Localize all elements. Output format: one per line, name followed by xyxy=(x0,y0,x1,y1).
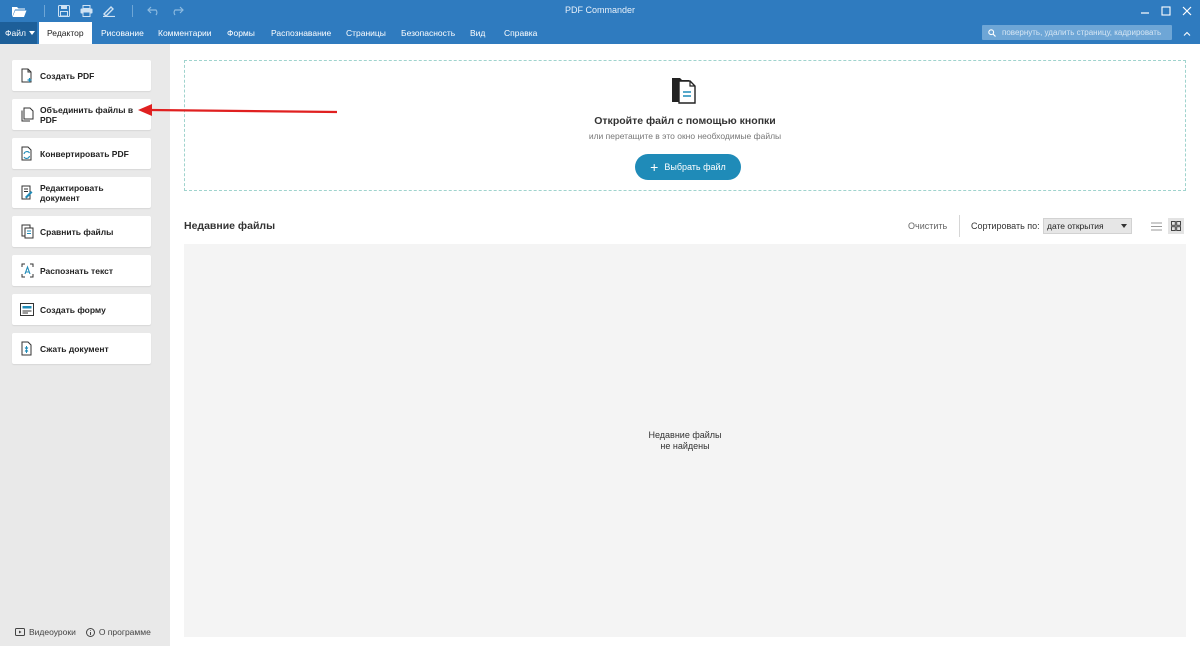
compare-files-button[interactable]: Сравнить файлы xyxy=(12,216,151,247)
tab-recognition[interactable]: Распознавание xyxy=(271,22,331,44)
ocr-icon xyxy=(20,263,34,279)
header-divider xyxy=(959,215,960,237)
video-tutorials-label: Видеоуроки xyxy=(29,627,76,637)
merge-files-label: Объединить файлы в PDF xyxy=(40,104,134,125)
empty-state-line1: Недавние файлы xyxy=(648,430,722,440)
tab-editor[interactable]: Редактор xyxy=(39,22,92,44)
info-icon xyxy=(85,627,95,637)
tab-security[interactable]: Безопасность xyxy=(401,22,455,44)
choose-file-label: Выбрать файл xyxy=(664,162,726,172)
maximize-button[interactable] xyxy=(1157,2,1175,20)
create-pdf-label: Создать PDF xyxy=(40,70,95,81)
plus-icon: + xyxy=(650,159,659,175)
tab-view[interactable]: Вид xyxy=(470,22,485,44)
chevron-down-icon xyxy=(1121,224,1127,228)
merge-files-button[interactable]: Объединить файлы в PDF xyxy=(12,99,151,130)
about-link[interactable]: О программе xyxy=(85,627,151,637)
open-file-icon xyxy=(671,74,701,104)
collapse-ribbon-button[interactable] xyxy=(1180,26,1194,40)
empty-state-message: Недавние файлы не найдены xyxy=(184,430,1186,452)
minimize-button[interactable] xyxy=(1136,2,1154,20)
file-menu[interactable]: Файл xyxy=(0,22,37,44)
search-box[interactable] xyxy=(982,25,1172,40)
search-icon xyxy=(988,28,996,37)
chevron-down-icon xyxy=(28,31,35,35)
file-drop-zone[interactable]: Откройте файл с помощью кнопки или перет… xyxy=(184,60,1186,191)
choose-file-button[interactable]: + Выбрать файл xyxy=(635,154,741,180)
title-bar: PDF Commander xyxy=(0,0,1200,22)
create-form-button[interactable]: Создать форму xyxy=(12,294,151,325)
tab-help[interactable]: Справка xyxy=(504,22,537,44)
grid-view-icon xyxy=(1171,221,1181,231)
compress-icon xyxy=(20,341,34,357)
edit-document-label: Редактировать документ xyxy=(40,182,104,203)
sidebar-footer: Видеоуроки О программе xyxy=(15,627,151,637)
create-form-label: Создать форму xyxy=(40,304,106,315)
close-button[interactable] xyxy=(1178,2,1196,20)
recognize-text-button[interactable]: Распознать текст xyxy=(12,255,151,286)
compress-document-label: Сжать документ xyxy=(40,343,109,354)
tab-drawing[interactable]: Рисование xyxy=(101,22,144,44)
convert-pdf-label: Конвертировать PDF xyxy=(40,148,129,159)
video-tutorials-link[interactable]: Видеоуроки xyxy=(15,627,76,637)
chevron-up-icon xyxy=(1183,31,1191,36)
grid-view-button[interactable] xyxy=(1168,218,1184,234)
form-icon xyxy=(20,302,34,318)
recognize-text-label: Распознать текст xyxy=(40,265,113,276)
edit-document-icon xyxy=(20,185,34,201)
compare-files-label: Сравнить файлы xyxy=(40,226,114,237)
menu-bar: Файл Редактор Рисование Комментарии Форм… xyxy=(0,22,1200,44)
recent-files-title: Недавние файлы xyxy=(184,220,276,232)
drop-zone-subtitle: или перетащите в это окно необходимые фа… xyxy=(588,131,782,141)
drop-zone-title: Откройте файл с помощью кнопки xyxy=(594,115,776,127)
video-icon xyxy=(15,628,25,636)
convert-pdf-button[interactable]: Конвертировать PDF xyxy=(12,138,151,169)
empty-state-line2: не найдены xyxy=(660,441,710,451)
sort-dropdown[interactable]: дате открытия xyxy=(1043,218,1132,234)
about-label: О программе xyxy=(98,627,151,637)
edit-document-button[interactable]: Редактировать документ xyxy=(12,177,151,208)
search-input[interactable] xyxy=(1002,28,1162,37)
merge-files-icon xyxy=(20,107,34,123)
sort-value: дате открытия xyxy=(1047,221,1104,231)
sort-label: Сортировать по: xyxy=(971,221,1040,231)
sidebar: Создать PDF Объединить файлы в PDF Конве… xyxy=(0,44,170,646)
window-title: PDF Commander xyxy=(564,5,636,15)
file-menu-label: Файл xyxy=(5,28,26,38)
list-view-button[interactable] xyxy=(1148,218,1164,234)
convert-pdf-icon xyxy=(20,146,34,162)
compress-document-button[interactable]: Сжать документ xyxy=(12,333,151,364)
new-pdf-icon xyxy=(20,68,34,84)
tab-comments[interactable]: Комментарии xyxy=(158,22,212,44)
create-pdf-button[interactable]: Создать PDF xyxy=(12,60,151,91)
tab-pages[interactable]: Страницы xyxy=(346,22,386,44)
recent-files-panel: Недавние файлы не найдены xyxy=(184,244,1186,637)
compare-files-icon xyxy=(20,224,34,240)
tab-forms[interactable]: Формы xyxy=(227,22,255,44)
clear-recent-button[interactable]: Очистить xyxy=(908,221,947,231)
list-view-icon xyxy=(1150,222,1162,230)
